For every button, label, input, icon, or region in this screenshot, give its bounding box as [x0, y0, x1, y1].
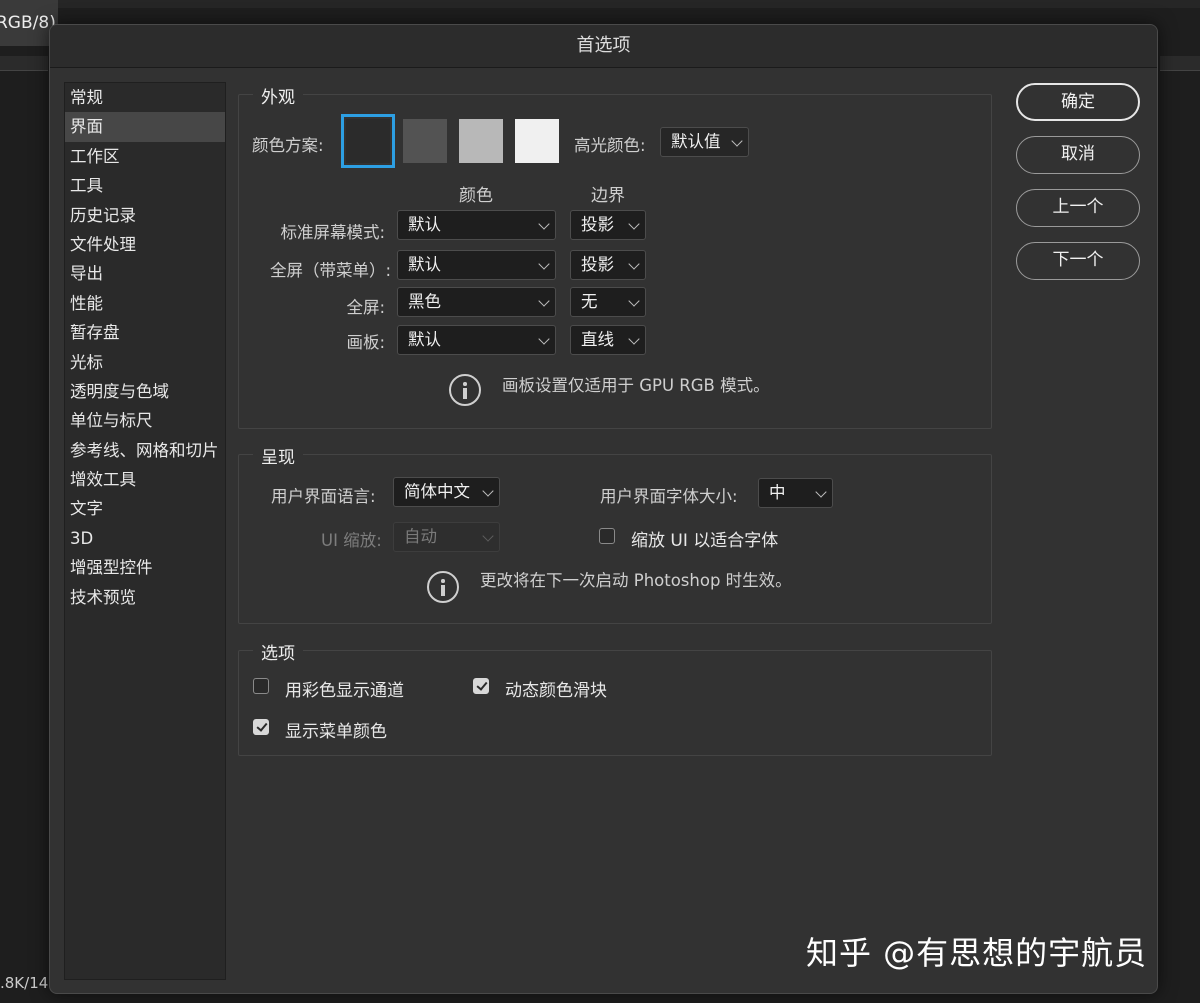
- next-button[interactable]: 下一个: [1016, 242, 1140, 280]
- standard-screen-border-value: 投影: [581, 215, 614, 234]
- preferences-dialog: 首选项 常规 界面 工作区 工具 历史记录 文件处理 导出 性能 暂存盘 光标 …: [49, 24, 1158, 994]
- full-screen-menus-color-value: 默认: [408, 255, 441, 274]
- sidebar-item-general[interactable]: 常规: [65, 83, 225, 112]
- sidebar-item-interface[interactable]: 界面: [65, 112, 225, 142]
- app-top-bar: [0, 0, 1200, 8]
- full-screen-color-select[interactable]: 黑色: [397, 287, 556, 317]
- color-scheme-swatch-dark[interactable]: [403, 119, 447, 163]
- chevron-down-icon: [538, 218, 550, 230]
- ui-font-size-select[interactable]: 中: [758, 478, 833, 508]
- info-icon: [427, 571, 459, 603]
- scale-ui-to-font-label: 缩放 UI 以适合字体: [631, 531, 779, 551]
- menu-colors-checkbox[interactable]: [253, 719, 269, 735]
- full-screen-border-value: 无: [581, 292, 598, 311]
- standard-screen-border-select[interactable]: 投影: [570, 210, 646, 240]
- sidebar-item-3d[interactable]: 3D: [65, 524, 225, 553]
- ui-font-size-value: 中: [769, 483, 786, 502]
- color-scheme-swatch-lightest[interactable]: [515, 119, 559, 163]
- ok-button[interactable]: 确定: [1016, 83, 1140, 121]
- sidebar-item-transparency-gamut[interactable]: 透明度与色域: [65, 377, 225, 406]
- color-scheme-swatch-darkest[interactable]: [341, 114, 395, 168]
- color-channels-label: 用彩色显示通道: [285, 681, 404, 701]
- standard-screen-color-select[interactable]: 默认: [397, 210, 556, 240]
- dynamic-sliders-checkbox[interactable]: [473, 678, 489, 694]
- full-screen-menus-border-select[interactable]: 投影: [570, 250, 646, 280]
- sidebar-item-type[interactable]: 文字: [65, 494, 225, 523]
- standard-screen-mode-label: 标准屏幕模式:: [280, 223, 385, 242]
- chevron-down-icon: [628, 295, 640, 307]
- artboards-color-value: 默认: [408, 330, 441, 349]
- full-screen-color-value: 黑色: [408, 292, 441, 311]
- full-screen-menus-label: 全屏（带菜单）:: [269, 261, 391, 280]
- ui-language-value: 简体中文: [404, 482, 470, 501]
- color-scheme-swatch-light[interactable]: [459, 119, 503, 163]
- full-screen-label: 全屏:: [346, 298, 385, 317]
- sidebar-item-performance[interactable]: 性能: [65, 289, 225, 318]
- options-title: 选项: [253, 639, 303, 664]
- sidebar-item-plugins[interactable]: 增效工具: [65, 465, 225, 494]
- artboards-border-select[interactable]: 直线: [570, 325, 646, 355]
- status-bar-text: .8K/14: [0, 974, 49, 992]
- chevron-down-icon: [538, 295, 550, 307]
- scale-ui-to-font-checkbox[interactable]: [599, 528, 615, 544]
- preferences-category-list: 常规 界面 工作区 工具 历史记录 文件处理 导出 性能 暂存盘 光标 透明度与…: [64, 82, 226, 980]
- color-scheme-label: 颜色方案:: [252, 136, 324, 155]
- menu-colors-label: 显示菜单颜色: [285, 722, 387, 742]
- ui-scale-value: 自动: [404, 527, 437, 546]
- artboards-border-value: 直线: [581, 330, 614, 349]
- chevron-down-icon: [482, 485, 494, 497]
- presentation-title: 呈现: [253, 443, 303, 468]
- chevron-down-icon: [628, 333, 640, 345]
- ui-language-label: 用户界面语言:: [271, 487, 376, 506]
- chevron-down-icon: [628, 218, 640, 230]
- chevron-down-icon: [538, 258, 550, 270]
- ruler-left: [0, 56, 48, 71]
- previous-button[interactable]: 上一个: [1016, 189, 1140, 227]
- appearance-title: 外观: [253, 83, 303, 108]
- chevron-down-icon: [538, 333, 550, 345]
- restart-note: 更改将在下一次启动 Photoshop 时生效。: [480, 571, 792, 590]
- column-header-color: 颜色: [459, 186, 493, 206]
- sidebar-item-tools[interactable]: 工具: [65, 171, 225, 200]
- sidebar-item-guides-grid-slices[interactable]: 参考线、网格和切片: [65, 436, 225, 465]
- sidebar-item-units-rulers[interactable]: 单位与标尺: [65, 406, 225, 435]
- sidebar-item-workspace[interactable]: 工作区: [65, 142, 225, 171]
- dynamic-sliders-label: 动态颜色滑块: [505, 681, 607, 701]
- full-screen-border-select[interactable]: 无: [570, 287, 646, 317]
- sidebar-item-cursors[interactable]: 光标: [65, 348, 225, 377]
- artboards-label: 画板:: [346, 333, 385, 352]
- chevron-down-icon: [815, 486, 827, 498]
- color-channels-checkbox[interactable]: [253, 678, 269, 694]
- ui-font-size-label: 用户界面字体大小:: [600, 487, 738, 506]
- highlight-color-select[interactable]: 默认值: [660, 127, 749, 157]
- standard-screen-color-value: 默认: [408, 215, 441, 234]
- artboard-note: 画板设置仅适用于 GPU RGB 模式。: [502, 376, 770, 395]
- sidebar-item-file-handling[interactable]: 文件处理: [65, 230, 225, 259]
- sidebar-item-export[interactable]: 导出: [65, 259, 225, 288]
- ui-scale-label: UI 缩放:: [321, 531, 382, 550]
- ui-scale-select: 自动: [393, 522, 500, 552]
- dialog-title: 首选项: [50, 25, 1157, 68]
- chevron-down-icon: [482, 530, 494, 542]
- ui-language-select[interactable]: 简体中文: [393, 477, 500, 507]
- sidebar-item-scratch-disks[interactable]: 暂存盘: [65, 318, 225, 347]
- full-screen-menus-border-value: 投影: [581, 255, 614, 274]
- sidebar-item-enhanced-controls[interactable]: 增强型控件: [65, 553, 225, 582]
- info-icon: [449, 374, 481, 406]
- chevron-down-icon: [731, 135, 743, 147]
- highlight-color-label: 高光颜色:: [574, 136, 646, 155]
- column-header-border: 边界: [591, 186, 625, 206]
- ruler-right: [1160, 56, 1200, 71]
- sidebar-item-technology-previews[interactable]: 技术预览: [65, 583, 225, 612]
- watermark-text: 知乎 @有思想的宇航员: [806, 934, 1148, 972]
- full-screen-menus-color-select[interactable]: 默认: [397, 250, 556, 280]
- cancel-button[interactable]: 取消: [1016, 136, 1140, 174]
- artboards-color-select[interactable]: 默认: [397, 325, 556, 355]
- chevron-down-icon: [628, 258, 640, 270]
- highlight-color-value: 默认值: [671, 132, 721, 151]
- sidebar-item-history[interactable]: 历史记录: [65, 201, 225, 230]
